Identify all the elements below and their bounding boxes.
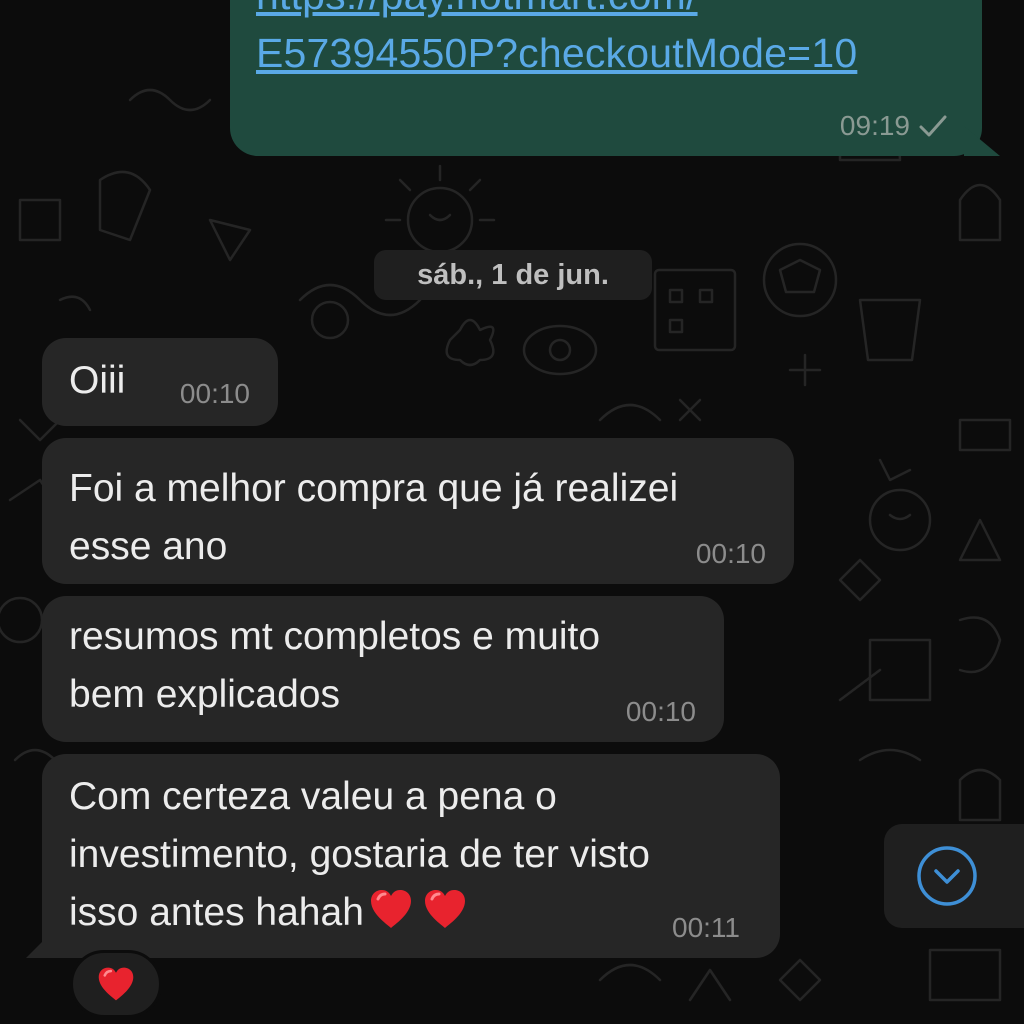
outgoing-message-bubble[interactable]: https://pay.hotmart.com/ E57394550P?chec…: [230, 0, 1000, 156]
message-time: 00:10: [695, 538, 766, 569]
incoming-message-bubble[interactable]: Com certeza valeu a pena o investimento,…: [26, 754, 780, 958]
chat-view: https://pay.hotmart.com/ E57394550P?chec…: [0, 0, 1024, 1024]
scroll-to-bottom-button[interactable]: [884, 824, 1024, 928]
message-reaction[interactable]: [70, 950, 162, 1018]
message-text: resumos mt completos e muito bem explica…: [69, 615, 601, 716]
message-time: 09:19: [839, 110, 910, 141]
chevron-down-icon: [917, 846, 977, 906]
message-time: 00:10: [625, 696, 696, 727]
incoming-message-bubble[interactable]: Oiii 00:10: [42, 338, 278, 426]
checkout-link-continued[interactable]: E57394550P?checkoutMode=10: [256, 30, 857, 77]
message-time: 00:11: [672, 912, 740, 943]
single-check-icon: [919, 115, 947, 137]
red-heart-icon: [98, 967, 134, 1001]
message-time: 00:10: [179, 378, 250, 409]
message-text: Foi a melhor compra que já realizei esse…: [69, 467, 679, 568]
message-text: Oiii: [69, 359, 126, 402]
date-separator: sáb., 1 de jun.: [374, 250, 652, 300]
incoming-message-bubble[interactable]: Foi a melhor compra que já realizei esse…: [42, 438, 794, 584]
red-heart-icon: [370, 890, 411, 928]
checkout-link[interactable]: https://pay.hotmart.com/: [256, 0, 698, 19]
incoming-message-bubble[interactable]: resumos mt completos e muito bem explica…: [42, 596, 724, 742]
red-heart-icon: [424, 890, 465, 928]
message-meta: 09:19: [840, 110, 948, 142]
message-text: Com certeza valeu a pena o investimento,…: [69, 775, 650, 934]
